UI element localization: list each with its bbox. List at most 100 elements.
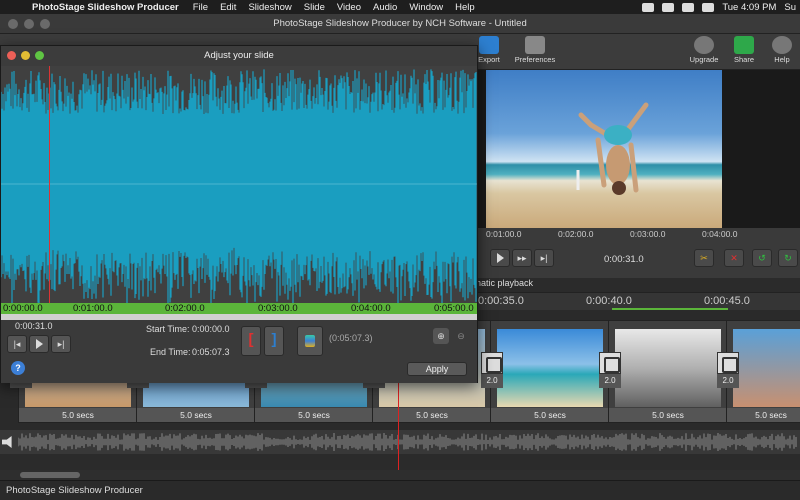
dialog-close-icon[interactable] bbox=[7, 51, 16, 60]
start-time-label: Start Time: bbox=[146, 324, 190, 334]
end-time-value[interactable]: 0:05:07.3 bbox=[192, 347, 230, 357]
menubar-user[interactable]: Su bbox=[784, 2, 796, 13]
timeline-clip[interactable]: 5.0 secs bbox=[490, 320, 610, 423]
share-icon bbox=[734, 36, 754, 54]
clip-duration: 5.0 secs bbox=[609, 408, 727, 422]
play-button[interactable] bbox=[490, 249, 510, 267]
set-end-button[interactable]: ] bbox=[264, 326, 284, 356]
menu-help[interactable]: Help bbox=[455, 2, 475, 13]
clip-thumbnail bbox=[497, 329, 603, 407]
dialog-zoom-icon[interactable] bbox=[35, 51, 44, 60]
dialog-tick: 0:01:00.0 bbox=[73, 303, 113, 314]
volume-icon[interactable] bbox=[662, 2, 675, 12]
status-bar: PhotoStage Slideshow Producer bbox=[0, 480, 800, 500]
start-time-value[interactable]: 0:00:00.0 bbox=[192, 324, 230, 334]
transition-icon bbox=[717, 352, 739, 374]
dialog-controls: 0:00:31.0 |◂ ▸| Start Time: 0:00:00.0 En… bbox=[1, 320, 477, 383]
zoom-in-icon[interactable]: ⊕ bbox=[433, 328, 449, 344]
dialog-titlebar: Adjust your slide bbox=[1, 46, 477, 66]
tag-button[interactable] bbox=[297, 326, 323, 356]
transition-duration: 2.0 bbox=[481, 374, 503, 388]
window-close-icon[interactable] bbox=[8, 19, 18, 29]
audio-waveform-large bbox=[1, 66, 477, 303]
preview-tick: 0:03:00.0 bbox=[630, 229, 666, 239]
window-titlebar: PhotoStage Slideshow Producer by NCH Sof… bbox=[0, 14, 800, 34]
delete-clip-button[interactable]: ✕ bbox=[724, 249, 744, 267]
dialog-title: Adjust your slide bbox=[204, 50, 274, 61]
menu-edit[interactable]: Edit bbox=[220, 2, 236, 13]
export-icon bbox=[479, 36, 499, 54]
wifi-icon[interactable] bbox=[642, 2, 655, 12]
transition-duration: 2.0 bbox=[599, 374, 621, 388]
timeline-tick: 0:00:40.0 bbox=[586, 295, 632, 307]
dialog-current-time: 0:00:31.0 bbox=[15, 321, 53, 331]
dialog-skip-end-button[interactable]: ▸| bbox=[51, 335, 71, 353]
timeline-tick: 0:00:45.0 bbox=[704, 295, 750, 307]
menu-file[interactable]: File bbox=[193, 2, 208, 13]
waveform-cursor[interactable] bbox=[49, 66, 50, 316]
waveform-editor[interactable] bbox=[1, 66, 477, 303]
zoom-out-icon[interactable]: ⊖ bbox=[453, 328, 469, 344]
preferences-button[interactable]: Preferences bbox=[508, 34, 562, 70]
flag-icon[interactable] bbox=[702, 2, 715, 12]
preview-ruler[interactable]: 0:01:00.0 0:02:00.0 0:03:00.0 0:04:00.0 bbox=[476, 228, 800, 240]
skip-end-button[interactable]: ▸| bbox=[534, 249, 554, 267]
transition-marker[interactable]: 2.0 bbox=[717, 352, 739, 390]
battery-icon[interactable] bbox=[682, 2, 695, 12]
clip-duration: 5.0 secs bbox=[137, 408, 255, 422]
menu-slideshow[interactable]: Slideshow bbox=[248, 2, 291, 13]
clip-length: (0:05:07.3) bbox=[329, 333, 373, 343]
preview-tick: 0:01:00.0 bbox=[486, 229, 522, 239]
transition-marker[interactable]: 2.0 bbox=[599, 352, 621, 390]
apply-button[interactable]: Apply bbox=[407, 362, 467, 376]
clip-duration: 5.0 secs bbox=[491, 408, 609, 422]
preview-controls: ▸▸ ▸| 0:00:31.0 ✂ ✕ ↺ ↻ bbox=[476, 240, 800, 278]
window-zoom-icon[interactable] bbox=[40, 19, 50, 29]
preview-tick: 0:02:00.0 bbox=[558, 229, 594, 239]
menubar-clock[interactable]: Tue 4:09 PM bbox=[722, 2, 776, 13]
dialog-help-icon[interactable]: ? bbox=[11, 361, 25, 375]
preview-tick: 0:04:00.0 bbox=[702, 229, 738, 239]
tag-icon bbox=[305, 335, 315, 347]
next-frame-button[interactable]: ▸▸ bbox=[512, 249, 532, 267]
timeline-scrollbar[interactable] bbox=[0, 470, 800, 480]
audio-track[interactable] bbox=[0, 430, 800, 454]
help-button[interactable]: Help bbox=[755, 34, 800, 70]
dialog-tick: 0:05:00.0 bbox=[434, 303, 474, 314]
split-clip-button[interactable]: ✂ bbox=[694, 249, 714, 267]
menu-audio[interactable]: Audio bbox=[373, 2, 397, 13]
automatic-playback-label[interactable]: natic playback bbox=[476, 278, 533, 288]
end-time-label: End Time: bbox=[150, 347, 191, 357]
window-minimize-icon[interactable] bbox=[24, 19, 34, 29]
skip-start-button[interactable]: |◂ bbox=[7, 335, 27, 353]
rotate-right-button[interactable]: ↻ bbox=[778, 249, 798, 267]
scrollbar-thumb[interactable] bbox=[20, 472, 80, 478]
window-title: PhotoStage Slideshow Producer by NCH Sof… bbox=[273, 18, 527, 29]
upgrade-icon bbox=[694, 36, 714, 54]
dialog-tick: 0:00:00.0 bbox=[3, 303, 43, 314]
tools-icon bbox=[525, 36, 545, 54]
set-start-button[interactable]: [ bbox=[241, 326, 261, 356]
clip-thumbnail bbox=[615, 329, 721, 407]
clip-duration: 5.0 secs bbox=[727, 408, 800, 422]
dialog-play-button[interactable] bbox=[29, 335, 49, 353]
clip-duration: 5.0 secs bbox=[373, 408, 491, 422]
dialog-minimize-icon[interactable] bbox=[21, 51, 30, 60]
transition-marker[interactable]: 2.0 bbox=[481, 352, 503, 390]
clip-duration: 5.0 secs bbox=[19, 408, 137, 422]
dialog-ruler[interactable]: 0:00:00.0 0:01:00.0 0:02:00.0 0:03:00.0 … bbox=[1, 303, 477, 314]
menu-app-name[interactable]: PhotoStage Slideshow Producer bbox=[32, 2, 179, 13]
menu-video[interactable]: Video bbox=[337, 2, 361, 13]
export-label: Export bbox=[478, 55, 500, 64]
rotate-left-button[interactable]: ↺ bbox=[752, 249, 772, 267]
timeline-clip[interactable]: 5.0 secs bbox=[608, 320, 728, 423]
upgrade-label: Upgrade bbox=[689, 55, 719, 64]
clip-duration: 5.0 secs bbox=[255, 408, 373, 422]
preview-image bbox=[486, 70, 722, 228]
menu-window[interactable]: Window bbox=[409, 2, 443, 13]
handstand-figure bbox=[576, 102, 649, 195]
speaker-icon[interactable] bbox=[2, 436, 12, 448]
audio-waveform bbox=[18, 433, 797, 451]
menu-slide[interactable]: Slide bbox=[304, 2, 325, 13]
preferences-label: Preferences bbox=[514, 55, 556, 64]
